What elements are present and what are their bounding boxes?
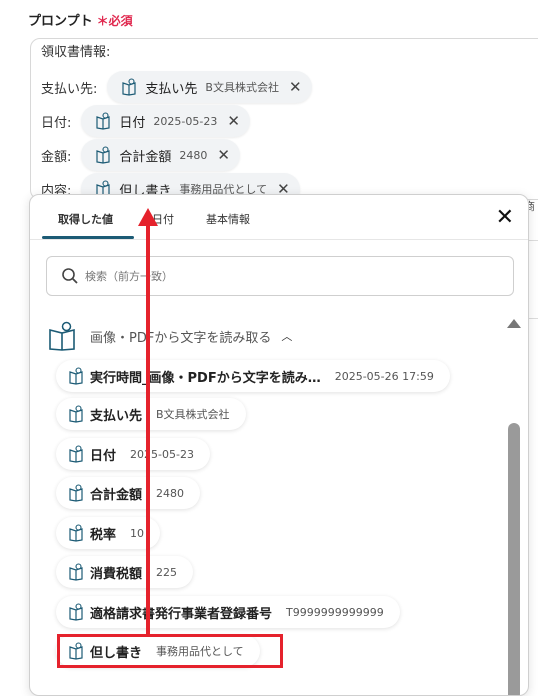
list-item[interactable]: 日付 2025-05-23 (56, 438, 210, 470)
tab-basic-info[interactable]: 基本情報 (206, 211, 250, 227)
search-input[interactable] (83, 268, 467, 284)
list-item[interactable]: 税率 10 (56, 517, 161, 549)
variable-chip[interactable]: 合計金額 2480 ✕ (81, 139, 240, 171)
open-book-icon (69, 524, 83, 542)
active-tab-indicator (42, 236, 134, 239)
popup-tabs: 取得した値 日付 基本情報 ✕ (30, 195, 528, 240)
prompt-label: プロンプト ＊必須 (28, 14, 133, 29)
open-book-icon (69, 367, 83, 385)
open-book-icon (69, 445, 83, 463)
open-book-icon (96, 112, 110, 130)
open-book-icon (96, 146, 110, 164)
remove-chip-icon[interactable]: ✕ (289, 78, 302, 96)
chevron-up-icon[interactable]: ︿ (281, 328, 292, 344)
value-picker-popup: 取得した値 日付 基本情報 ✕ 画像・PDFから文字を読み取る ︿ 実行時間_画… (29, 194, 529, 696)
remove-chip-icon[interactable]: ✕ (217, 146, 230, 164)
divider (528, 240, 538, 241)
open-book-icon (69, 603, 83, 621)
open-book-icon (69, 563, 83, 581)
open-book-icon (122, 78, 136, 96)
editor-header: 領収書情報: (41, 45, 111, 60)
scrollbar-thumb[interactable] (508, 423, 520, 695)
divider (528, 318, 538, 319)
annotation-arrow-head (138, 208, 158, 226)
list-item[interactable]: 支払い先 B文具株式会社 (56, 398, 246, 430)
list-item[interactable]: 消費税額 225 (56, 556, 194, 588)
open-book-icon (69, 405, 83, 423)
list-item[interactable]: 実行時間_画像・PDFから文字を読み… 2025-05-26 17:59 (56, 360, 450, 392)
remove-chip-icon[interactable]: ✕ (227, 112, 240, 130)
list-item[interactable]: 適格請求書発行事業者登録番号 T9999999999999 (56, 596, 400, 628)
list-item[interactable]: 合計金額 2480 (56, 477, 201, 509)
tab-retrieved-values[interactable]: 取得した値 (58, 211, 113, 227)
variable-chip[interactable]: 支払い先 B文具株式会社 ✕ (107, 71, 312, 103)
search-icon (62, 268, 78, 284)
annotation-arrow-shaft (146, 222, 150, 635)
required-mark: ＊必須 (96, 14, 133, 28)
prompt-editor[interactable]: 領収書情報: 支払い先: 支払い先 B文具株式会社 ✕ 日付: 日付 2025-… (30, 38, 538, 205)
variable-chip[interactable]: 日付 2025-05-23 ✕ (81, 105, 250, 137)
search-box[interactable] (46, 256, 514, 296)
editor-line-amount: 金額: 合計金額 2480 ✕ (41, 139, 240, 171)
section-title: 画像・PDFから文字を読み取る (90, 330, 272, 346)
open-book-icon (49, 321, 75, 351)
editor-line-payee: 支払い先: 支払い先 B文具株式会社 ✕ (41, 71, 312, 103)
scroll-up-arrow[interactable] (507, 319, 521, 328)
editor-line-date: 日付: 日付 2025-05-23 ✕ (41, 105, 250, 137)
highlight-box (57, 634, 283, 668)
close-icon[interactable]: ✕ (496, 205, 514, 230)
section-header[interactable]: 画像・PDFから文字を読み取る ︿ (48, 321, 292, 351)
open-book-icon (69, 484, 83, 502)
